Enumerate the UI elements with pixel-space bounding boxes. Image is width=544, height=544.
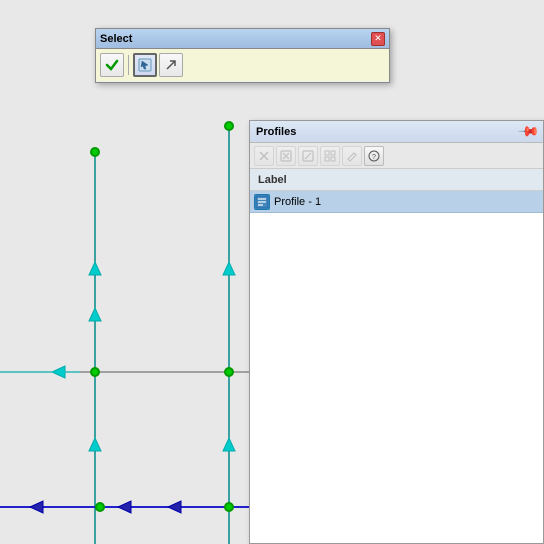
select-arrow-button[interactable] xyxy=(159,53,183,77)
profiles-rename-button xyxy=(342,146,362,166)
select-confirm-button[interactable] xyxy=(100,53,124,77)
profiles-titlebar: Profiles 📌 xyxy=(250,121,543,143)
green-dot-1 xyxy=(90,147,100,157)
select-dialog-titlebar: Select ✕ xyxy=(96,29,389,49)
green-dot-4 xyxy=(224,367,234,377)
svg-text:?: ? xyxy=(372,154,376,161)
profiles-edit-button xyxy=(298,146,318,166)
profiles-panel: Profiles 📌 xyxy=(249,120,544,544)
profiles-pin-icon: 📌 xyxy=(516,119,540,143)
profiles-remove-button xyxy=(276,146,296,166)
profiles-grid-button xyxy=(320,146,340,166)
label-column-header: Label xyxy=(258,174,287,186)
green-dot-2 xyxy=(224,121,234,131)
profiles-title: Profiles xyxy=(256,126,520,138)
green-dot-6 xyxy=(224,502,234,512)
green-dot-5 xyxy=(95,502,105,512)
profile-item[interactable]: Profile - 1 xyxy=(250,191,543,213)
profiles-list: Profile - 1 xyxy=(250,191,543,543)
profiles-help-button[interactable]: ? xyxy=(364,146,384,166)
profile-item-label: Profile - 1 xyxy=(274,196,321,208)
profiles-content: Label Profile - 1 xyxy=(250,169,543,543)
select-dialog-title: Select xyxy=(100,33,132,45)
green-dot-3 xyxy=(90,367,100,377)
profile-item-icon xyxy=(254,194,270,210)
profiles-toolbar: ? xyxy=(250,143,543,169)
select-cursor-button[interactable] xyxy=(133,53,157,77)
toolbar-separator xyxy=(128,55,129,75)
select-dialog: Select ✕ xyxy=(95,28,390,83)
select-dialog-toolbar xyxy=(96,49,389,81)
select-dialog-close-button[interactable]: ✕ xyxy=(371,32,385,46)
profiles-column-header: Label xyxy=(250,169,543,191)
profiles-delete-button xyxy=(254,146,274,166)
